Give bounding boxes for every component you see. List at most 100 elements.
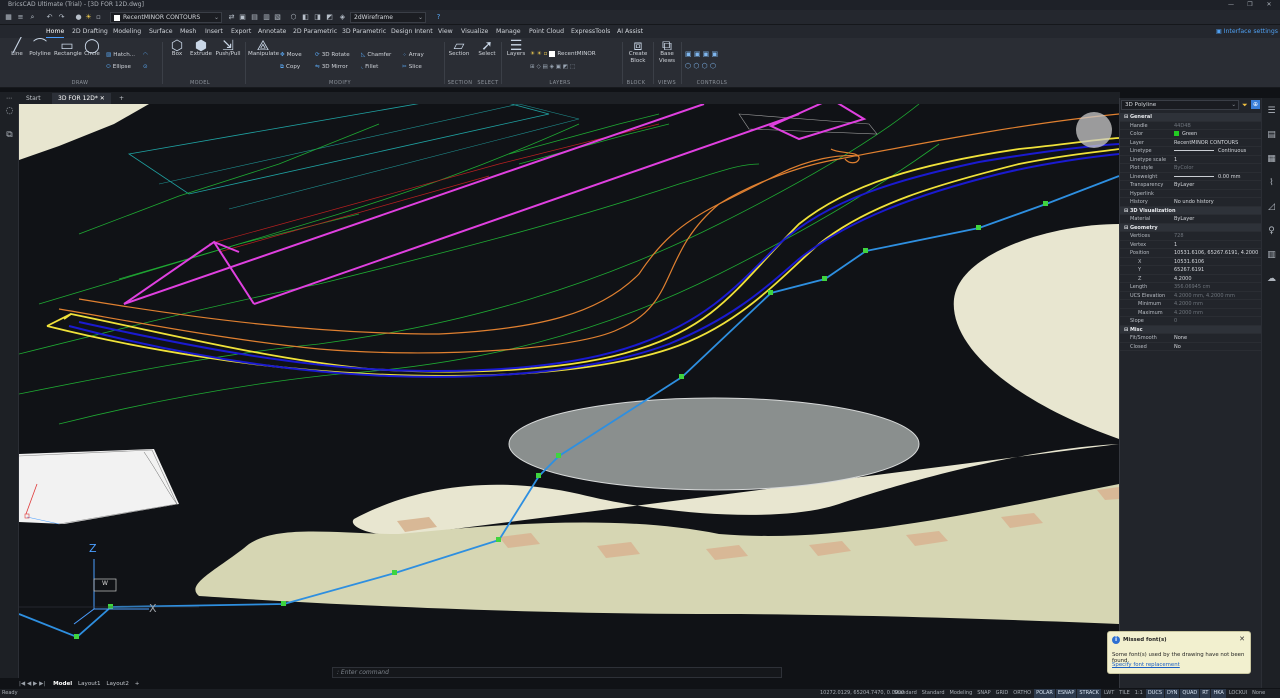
property-row[interactable]: Linetype scale 1 [1120,156,1262,164]
property-row[interactable]: X 10531.6106 [1120,258,1262,266]
tab-layout2[interactable]: Layout2 [106,681,129,687]
3d-mirror-button[interactable]: ⇋ 3D Mirror [315,63,348,71]
layers-panel-icon[interactable]: ▤ [1266,130,1277,141]
search-icon[interactable]: ⌕ [28,13,37,22]
status-toggle-standard[interactable]: Standard [920,689,947,698]
property-row[interactable]: Layer RecentMINOR CONTOURS [1120,139,1262,147]
tab-3d-for-12d[interactable]: 3D FOR 12D* ✕ [52,93,111,104]
property-row[interactable]: Length 356.06945 cm [1120,283,1262,292]
status-toggle-rt[interactable]: RT [1200,689,1211,698]
3d-rotate-button[interactable]: ⟳ 3D Rotate [315,51,350,59]
slice-button[interactable]: ✂ Slice [402,63,422,71]
tab-export[interactable]: Export [231,25,251,38]
layer-tools-row[interactable]: ⊞ ◇ ▤ ◈ ▣ ◩ ⬚ [530,63,575,71]
status-toggle-dyn[interactable]: DYN [1165,689,1180,698]
layout-nav-icons[interactable]: |◀ ◀ ▶ ▶| [19,681,45,687]
tab-view[interactable]: View [438,25,453,38]
lightbulb-icon[interactable]: ◌ [4,106,15,117]
drawing-canvas[interactable] [19,104,1119,678]
property-row[interactable]: Slope 0 [1120,317,1262,326]
point-button[interactable]: ⊙ [143,63,150,71]
extrude-button[interactable]: ⬢ Extrude [190,39,212,58]
tab-2d-parametric[interactable]: 2D Parametric [293,25,337,38]
help-icon[interactable]: ? [434,13,443,22]
property-row[interactable]: Z 4.2000 [1120,275,1262,283]
view-side-icon[interactable]: ◨ [313,13,322,22]
status-toggle-lockui[interactable]: LOCKUI [1227,689,1249,698]
property-row[interactable]: Plot style ByColor [1120,164,1262,173]
box-button[interactable]: ⬡ Box [168,39,186,58]
visual-style-dropdown[interactable]: 2dWireframe ⌄ [350,12,426,23]
notification-close-button[interactable]: ✕ [1239,635,1245,643]
view-cube-icon[interactable]: ⬡ [289,13,298,22]
status-toggle-ortho[interactable]: ORTHO [1011,689,1033,698]
add-tab-button[interactable]: + [113,93,130,104]
controls-row-1[interactable]: ▣ ▣ ▣ ▣ [685,50,718,58]
rectangle-button[interactable]: ▭ Rectangle [54,39,82,58]
layer-bulb-icon[interactable]: ● [74,13,83,22]
visual-style-icon[interactable]: ◈ [338,13,347,22]
command-input[interactable]: : Enter command [332,667,782,678]
quick-select-icon[interactable]: ⊕ [1251,100,1260,109]
close-button[interactable]: ✕ [1262,0,1276,10]
property-row[interactable]: Linetype Continuous [1120,147,1262,156]
status-toggle-polar[interactable]: POLAR [1034,689,1055,698]
property-row[interactable]: Y 65267.6191 [1120,266,1262,275]
layer-dropdown[interactable]: RecentMINOR CONTOURS ⌄ [110,12,222,23]
create-block-button[interactable]: ⧈ Create Block [626,39,650,65]
drawing-viewport[interactable]: Z X W [19,104,1119,678]
layer-sun-icon[interactable]: ☀ [84,13,93,22]
property-row[interactable]: Lineweight 0.00 mm [1120,173,1262,181]
property-row[interactable]: UCS Elevation 4.2000 mm, 4.2000 mm [1120,292,1262,300]
properties-icon[interactable]: ☰ [1266,106,1277,117]
base-views-button[interactable]: ⧉ Base Views [656,39,678,65]
filter-icon[interactable]: ⏷ [1242,101,1248,110]
close-icon[interactable]: ✕ [100,95,105,102]
status-toggle-standard[interactable]: Standard [892,689,919,698]
property-section[interactable]: ⊟ General [1120,113,1262,122]
tab-mesh[interactable]: Mesh [180,25,196,38]
balloon-icon[interactable]: ♀ [1266,226,1277,237]
selection-dropdown[interactable]: 3D Polyline ⌄ [1121,100,1239,110]
file-menu-icon[interactable]: ≡ [16,13,25,22]
property-row[interactable]: Maximum 4.2000 mm [1120,309,1262,317]
status-toggle-hka[interactable]: HKA [1211,689,1226,698]
layers-button[interactable]: ☰ Layers [505,39,527,58]
property-row[interactable]: Closed No [1120,343,1262,351]
property-row[interactable]: Transparency ByLayer [1120,181,1262,190]
property-row[interactable]: Vertex 1 [1120,241,1262,249]
property-row[interactable]: History No undo history [1120,198,1262,207]
layer-match-icon[interactable]: ⇄ [227,13,236,22]
layer-previous-icon[interactable]: ▣ [238,13,247,22]
tab-model[interactable]: Model [53,681,72,687]
tab-point-cloud[interactable]: Point Cloud [529,25,564,38]
view-front-icon[interactable]: ◧ [301,13,310,22]
chamfer-button[interactable]: ◺ Chamfer [361,51,391,59]
status-toggle-quad[interactable]: QUAD [1180,689,1200,698]
property-row[interactable]: Color Green [1120,130,1262,139]
move-button[interactable]: ✥ Move [280,51,302,59]
add-layout-button[interactable]: + [135,681,140,687]
line-button[interactable]: ╱ Line [8,39,26,58]
fillet-button[interactable]: ◟ Fillet [361,63,378,71]
tab-menu-icon[interactable]: ⋯ [0,93,18,104]
structure-icon[interactable]: ⧉ [4,130,15,141]
tab-start[interactable]: Start [20,93,47,104]
tab-home[interactable]: Home [46,25,65,38]
layer-freeze-icon[interactable]: ▧ [273,13,282,22]
array-button[interactable]: ⁘ Array [402,51,424,59]
minimize-button[interactable]: — [1224,0,1238,10]
layer-isolate-icon[interactable]: ▤ [250,13,259,22]
tab-layout1[interactable]: Layout1 [78,681,101,687]
property-row[interactable]: Minimum 4.2000 mm [1120,300,1262,309]
tab-3d-parametric[interactable]: 3D Parametric [342,25,386,38]
property-section[interactable]: ⊟ Misc [1120,325,1262,334]
status-toggle-ducs[interactable]: DUCS [1145,689,1165,698]
select-button[interactable]: ➚ Select [476,39,498,58]
undo-icon[interactable]: ↶ [45,13,54,22]
polyline-button[interactable]: ⌒ Polyline [29,39,51,58]
status-toggle-tile[interactable]: TILE [1117,689,1131,698]
tab-annotate[interactable]: Annotate [258,25,286,38]
menu-icon[interactable]: ▦ [4,13,13,22]
interface-settings-link[interactable]: ▣ Interface settings [1216,25,1278,38]
